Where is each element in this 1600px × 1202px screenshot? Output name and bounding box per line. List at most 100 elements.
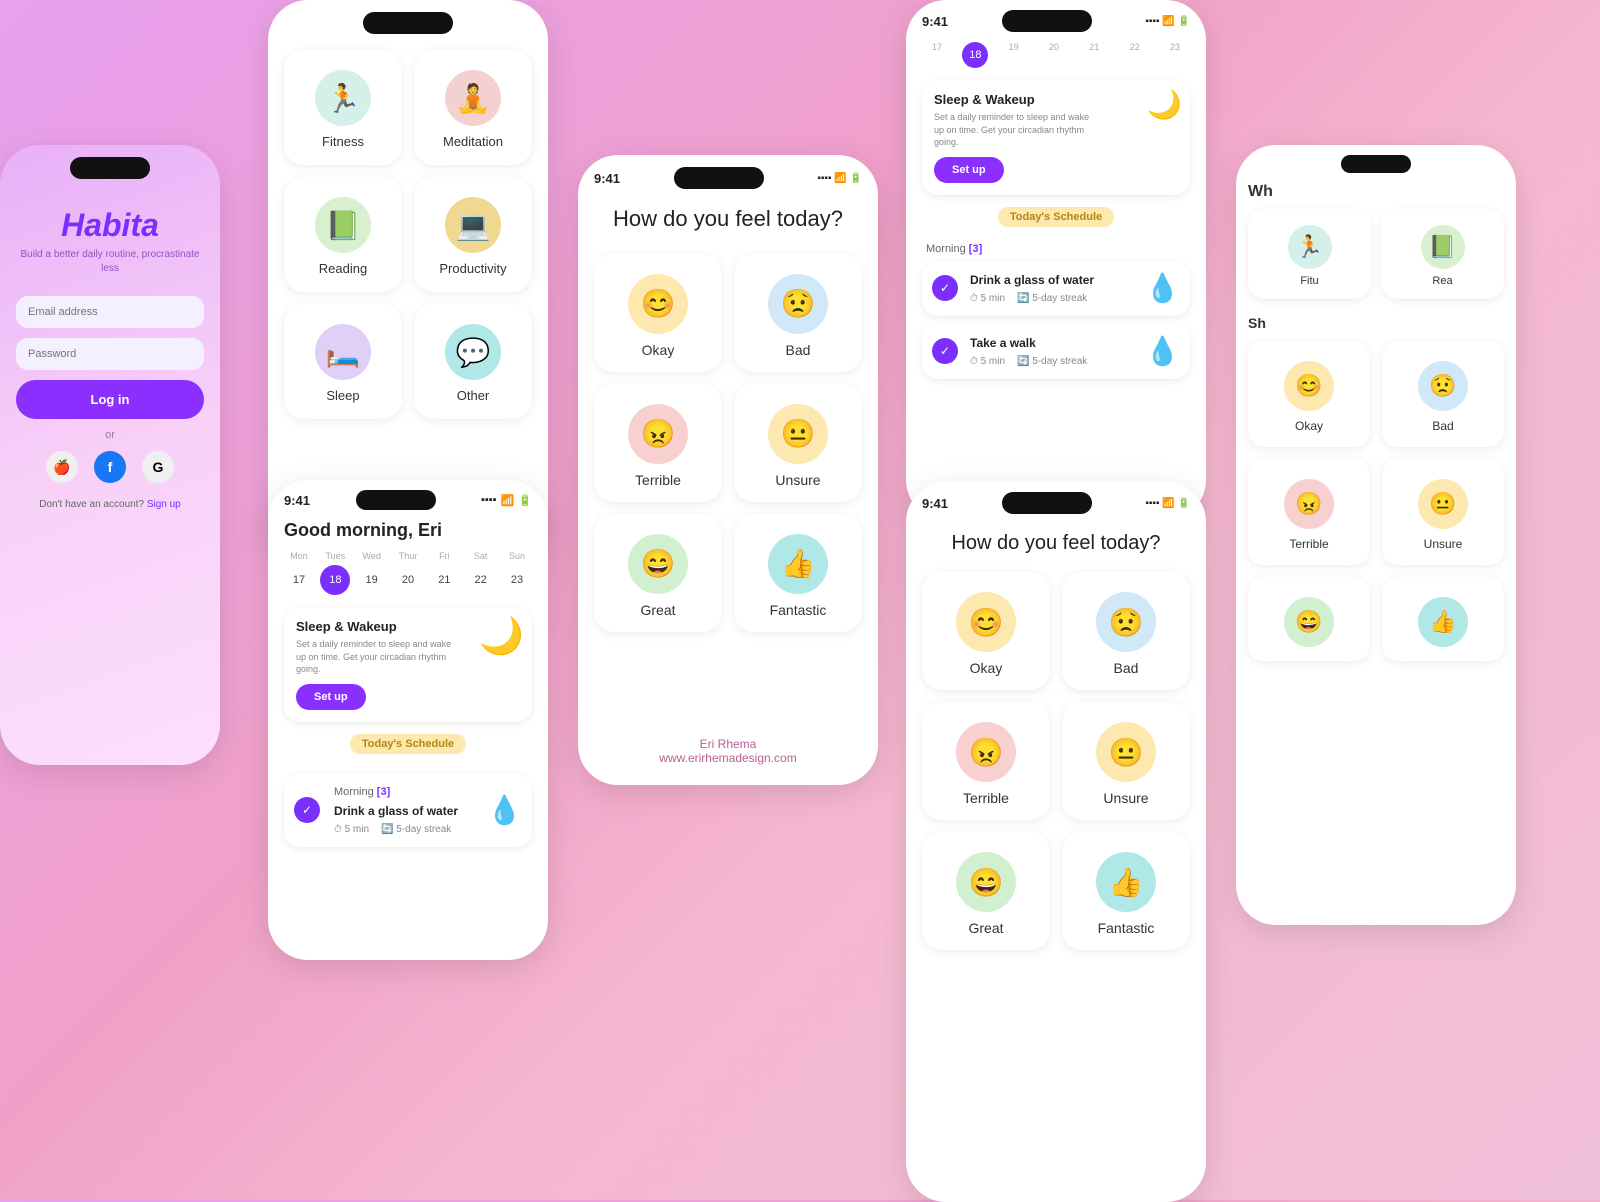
phone-mood-center: 9:41 ▪▪▪▪ 📶 🔋 How do you feel today? 😊 O…: [578, 155, 878, 785]
unsure-face: 😐: [768, 404, 828, 464]
google-login-icon[interactable]: G: [142, 451, 174, 483]
moon-illustration: 🌙: [479, 615, 524, 657]
mood-right-content: How do you feel today? 😊 Okay 😟 Bad 😠 Te…: [906, 514, 1206, 966]
habit-drink-card: ✓ Morning [3] Drink a glass of water ⏱ 5…: [284, 774, 532, 847]
mood-terrible[interactable]: 😠 Terrible: [594, 384, 722, 502]
partial-habit-grid: 🏃 Fitu 📗 Rea: [1248, 209, 1504, 299]
phone-login: Habita Build a better daily routine, pro…: [0, 145, 220, 765]
partial-fitness-label: Fitu: [1300, 275, 1318, 287]
habit-other[interactable]: 💬 Other: [414, 304, 532, 419]
other-icon: 💬: [445, 324, 501, 380]
mood-fantastic[interactable]: 👍 Fantastic: [734, 514, 862, 632]
signup-link[interactable]: Sign up: [147, 499, 181, 510]
partial-mood-okay[interactable]: 😊 Okay: [1248, 341, 1370, 447]
apple-login-icon[interactable]: 🍎: [46, 451, 78, 483]
habit-reading[interactable]: 📗 Reading: [284, 177, 402, 292]
schedule-badge: Today's Schedule: [350, 734, 466, 754]
mood-right-terrible-label: Terrible: [963, 790, 1009, 806]
partial-terrible-face: 😠: [1284, 479, 1334, 529]
sleep-label: Sleep: [326, 388, 359, 403]
reading-icon: 📗: [315, 197, 371, 253]
mood-right-great[interactable]: 😄 Great: [922, 832, 1050, 950]
partial-okay-label: Okay: [1295, 419, 1323, 433]
dynamic-island-dash: [356, 490, 436, 510]
terrible-face: 😠: [628, 404, 688, 464]
right-status-icons: ▪▪▪▪ 📶 🔋: [1145, 16, 1190, 27]
partial-unsure-label: Unsure: [1424, 537, 1463, 551]
mood-right-okay-label: Okay: [970, 660, 1003, 676]
phone-habits: 🏃 Fitness 🧘 Meditation 📗 Reading 💻 Produ…: [268, 0, 548, 560]
great-label: Great: [640, 602, 675, 618]
mood-right-great-face: 😄: [956, 852, 1016, 912]
partial-bad-face: 😟: [1418, 361, 1468, 411]
right-schedule-section: Today's Schedule Morning [3] ✓ Drink a g…: [922, 207, 1190, 379]
greeting: Good morning, Eri: [284, 520, 532, 541]
right-walk-card: ✓ Take a walk ⏱ 5 min 🔄 5-day streak 💧: [922, 324, 1190, 379]
status-time: 9:41: [284, 493, 310, 508]
dynamic-island-mood-right: [1002, 492, 1092, 514]
habit-productivity[interactable]: 💻 Productivity: [414, 177, 532, 292]
mood-right-bad[interactable]: 😟 Bad: [1062, 572, 1190, 690]
partial-mood-section: Sh 😊 Okay 😟 Bad 😠 Terrible 😐 Unsure: [1248, 315, 1504, 661]
mood-right-bad-label: Bad: [1114, 660, 1139, 676]
habit-fitness[interactable]: 🏃 Fitness: [284, 50, 402, 165]
mood-right-icons: ▪▪▪▪ 📶 🔋: [1145, 498, 1190, 509]
unsure-label: Unsure: [775, 472, 820, 488]
sleep-card-desc: Set a daily reminder to sleep and wake u…: [296, 638, 456, 676]
fantastic-label: Fantastic: [770, 602, 827, 618]
mood-right-terrible[interactable]: 😠 Terrible: [922, 702, 1050, 820]
partial-teal-face: 👍: [1418, 597, 1468, 647]
dynamic-island-mood: [674, 167, 764, 189]
fitness-icon: 🏃: [315, 70, 371, 126]
mood-unsure[interactable]: 😐 Unsure: [734, 384, 862, 502]
partial-mood-bad[interactable]: 😟 Bad: [1382, 341, 1504, 447]
mood-right-okay[interactable]: 😊 Okay: [922, 572, 1050, 690]
schedule-section: Today's Schedule ✓ Morning [3] Drink a g…: [284, 734, 532, 847]
facebook-login-icon[interactable]: f: [94, 451, 126, 483]
bad-label: Bad: [786, 342, 811, 358]
fitness-label: Fitness: [322, 134, 364, 149]
dashboard-content: Good morning, Eri Mon Tues Wed Thur Fri …: [268, 510, 548, 857]
right-setup-btn[interactable]: Set up: [934, 157, 1004, 183]
partial-reading[interactable]: 📗 Rea: [1381, 209, 1504, 299]
mood-grid: 😊 Okay 😟 Bad 😠 Terrible 😐 Unsure 😄 Great…: [594, 254, 862, 632]
partial-fitness[interactable]: 🏃 Fitu: [1248, 209, 1371, 299]
right-schedule-badge: Today's Schedule: [998, 207, 1114, 227]
phone-mood-right: 9:41 ▪▪▪▪ 📶 🔋 How do you feel today? 😊 O…: [906, 482, 1206, 1202]
right-walk-water: 💧: [1145, 335, 1180, 368]
mood-bad[interactable]: 😟 Bad: [734, 254, 862, 372]
signup-prompt: Don't have an account? Sign up: [39, 499, 180, 510]
mood-right-unsure-face: 😐: [1096, 722, 1156, 782]
right-water-icon: 💧: [1145, 272, 1180, 305]
dashboard-right-content: 17 18 19 20 21 22 23 🌙 Sleep & Wakeup Se…: [906, 32, 1206, 389]
partial-teal[interactable]: 👍: [1382, 577, 1504, 661]
habit-meditation[interactable]: 🧘 Meditation: [414, 50, 532, 165]
mood-status-icons: ▪▪▪▪ 📶 🔋: [817, 173, 862, 184]
email-field[interactable]: [16, 296, 204, 328]
partial-reading-label: Rea: [1432, 275, 1452, 287]
partial-unsure[interactable]: 😐 Unsure: [1382, 459, 1504, 565]
partial-unsure-face: 😐: [1418, 479, 1468, 529]
or-divider: or: [105, 429, 115, 441]
right-drink-card: ✓ Drink a glass of water ⏱ 5 min 🔄 5-day…: [922, 261, 1190, 316]
mood-okay[interactable]: 😊 Okay: [594, 254, 722, 372]
password-field[interactable]: [16, 338, 204, 370]
bad-face: 😟: [768, 274, 828, 334]
right-walk-check: ✓: [932, 338, 958, 364]
calendar-dates: 17 18 19 20 21 22 23: [284, 565, 532, 595]
right-morning-label: Morning [3]: [922, 243, 1190, 255]
dynamic-island-partial: [1341, 155, 1411, 173]
habit-sleep[interactable]: 🛏️ Sleep: [284, 304, 402, 419]
mood-right-bad-face: 😟: [1096, 592, 1156, 652]
mood-right-teal[interactable]: 👍 Fantastic: [1062, 832, 1190, 950]
mood-right-unsure[interactable]: 😐 Unsure: [1062, 702, 1190, 820]
partial-terrible[interactable]: 😠 Terrible: [1248, 459, 1370, 565]
mood-great[interactable]: 😄 Great: [594, 514, 722, 632]
setup-button[interactable]: Set up: [296, 684, 366, 710]
phone-partial-right: Wh 🏃 Fitu 📗 Rea Sh 😊 Okay 😟 Bad: [1236, 145, 1516, 925]
calendar-labels: Mon Tues Wed Thur Fri Sat Sun: [284, 551, 532, 561]
right-status-time: 9:41: [922, 14, 948, 29]
partial-mood-label: Sh: [1248, 315, 1504, 331]
login-button[interactable]: Log in: [16, 380, 204, 419]
partial-great[interactable]: 😄: [1248, 577, 1370, 661]
